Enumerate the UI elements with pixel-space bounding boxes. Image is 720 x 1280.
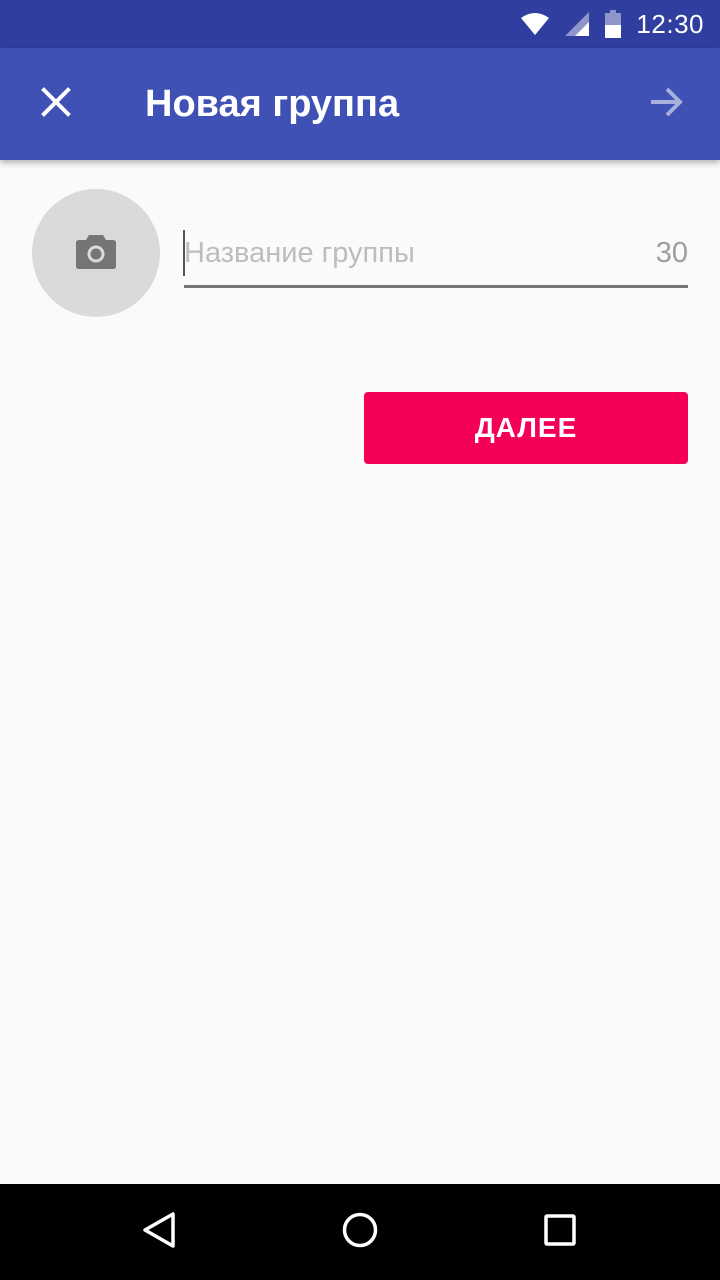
next-arrow-button[interactable] xyxy=(634,72,698,136)
home-icon xyxy=(340,1210,380,1255)
battery-icon xyxy=(604,10,622,38)
char-counter: 30 xyxy=(655,236,688,269)
group-name-field[interactable]: 30 xyxy=(183,224,688,288)
group-photo-picker[interactable] xyxy=(32,189,160,317)
arrow-forward-icon xyxy=(649,86,683,123)
camera-icon xyxy=(76,233,116,274)
close-icon xyxy=(41,86,71,122)
nav-back-button[interactable] xyxy=(112,1184,208,1280)
signal-icon xyxy=(564,11,590,37)
close-button[interactable] xyxy=(24,72,88,136)
status-bar: 12:30 xyxy=(0,0,720,48)
back-icon xyxy=(140,1210,180,1255)
next-button[interactable]: ДАЛЕЕ xyxy=(364,392,688,464)
page-title: Новая группа xyxy=(145,82,400,125)
status-icons: 12:30 xyxy=(520,0,704,48)
wifi-icon xyxy=(520,12,550,36)
status-time: 12:30 xyxy=(636,8,704,39)
app-bar: Новая группа xyxy=(0,48,720,160)
recents-icon xyxy=(540,1210,580,1255)
nav-home-button[interactable] xyxy=(312,1184,408,1280)
group-name-input[interactable] xyxy=(184,230,614,276)
nav-recents-button[interactable] xyxy=(512,1184,608,1280)
main-content: 30 ДАЛЕЕ xyxy=(0,160,720,1184)
system-nav-bar xyxy=(0,1184,720,1280)
